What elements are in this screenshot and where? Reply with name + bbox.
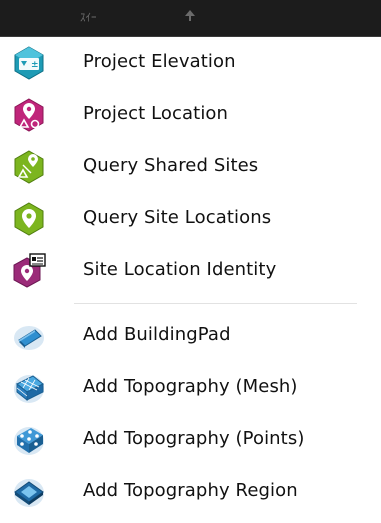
scroll-up-icon[interactable] [185,10,195,21]
svg-text:±: ± [31,60,39,70]
topography-points-icon [11,422,47,458]
menu-item-project-elevation[interactable]: ± Project Elevation [0,37,381,89]
menu-item-project-location[interactable]: Project Location [0,89,381,141]
menu-item-label: Query Shared Sites [83,155,259,176]
menu-item-add-topography-points[interactable]: Add Topography (Points) [0,414,381,466]
menu-item-label: Site Location Identity [83,259,277,280]
menu-item-label: Project Elevation [83,51,236,72]
menu-item-query-site-locations[interactable]: Query Site Locations [0,193,381,245]
menu-header-bar: ｽｲｰ [0,0,381,37]
topography-region-icon [11,474,47,510]
menu-item-label: Add Topography Region [83,480,298,501]
menu-item-label: Project Location [83,103,229,124]
menu-item-add-topography-region[interactable]: Add Topography Region [0,466,381,518]
menu-item-label: Query Site Locations [83,207,272,228]
menu-item-label: Add Topography (Mesh) [83,376,298,397]
menu-item-label: Add BuildingPad [83,324,231,345]
building-pad-icon [11,318,47,354]
menu-item-add-building-pad[interactable]: Add BuildingPad [0,310,381,362]
query-site-locations-icon [11,201,47,237]
menu-header-title: ｽｲｰ [80,11,97,24]
menu-separator [0,297,381,310]
site-location-identity-icon [11,253,47,289]
menu-item-label: Add Topography (Points) [83,428,305,449]
topography-mesh-icon [11,370,47,406]
menu-item-query-shared-sites[interactable]: Query Shared Sites [0,141,381,193]
menu-item-add-topography-mesh[interactable]: Add Topography (Mesh) [0,362,381,414]
menu-item-site-location-identity[interactable]: Site Location Identity [0,245,381,297]
project-location-icon [11,97,47,133]
project-elevation-icon: ± [11,45,47,81]
query-shared-sites-icon [11,149,47,185]
dropdown-menu: ± Project Elevation Project Location Que… [0,37,381,518]
